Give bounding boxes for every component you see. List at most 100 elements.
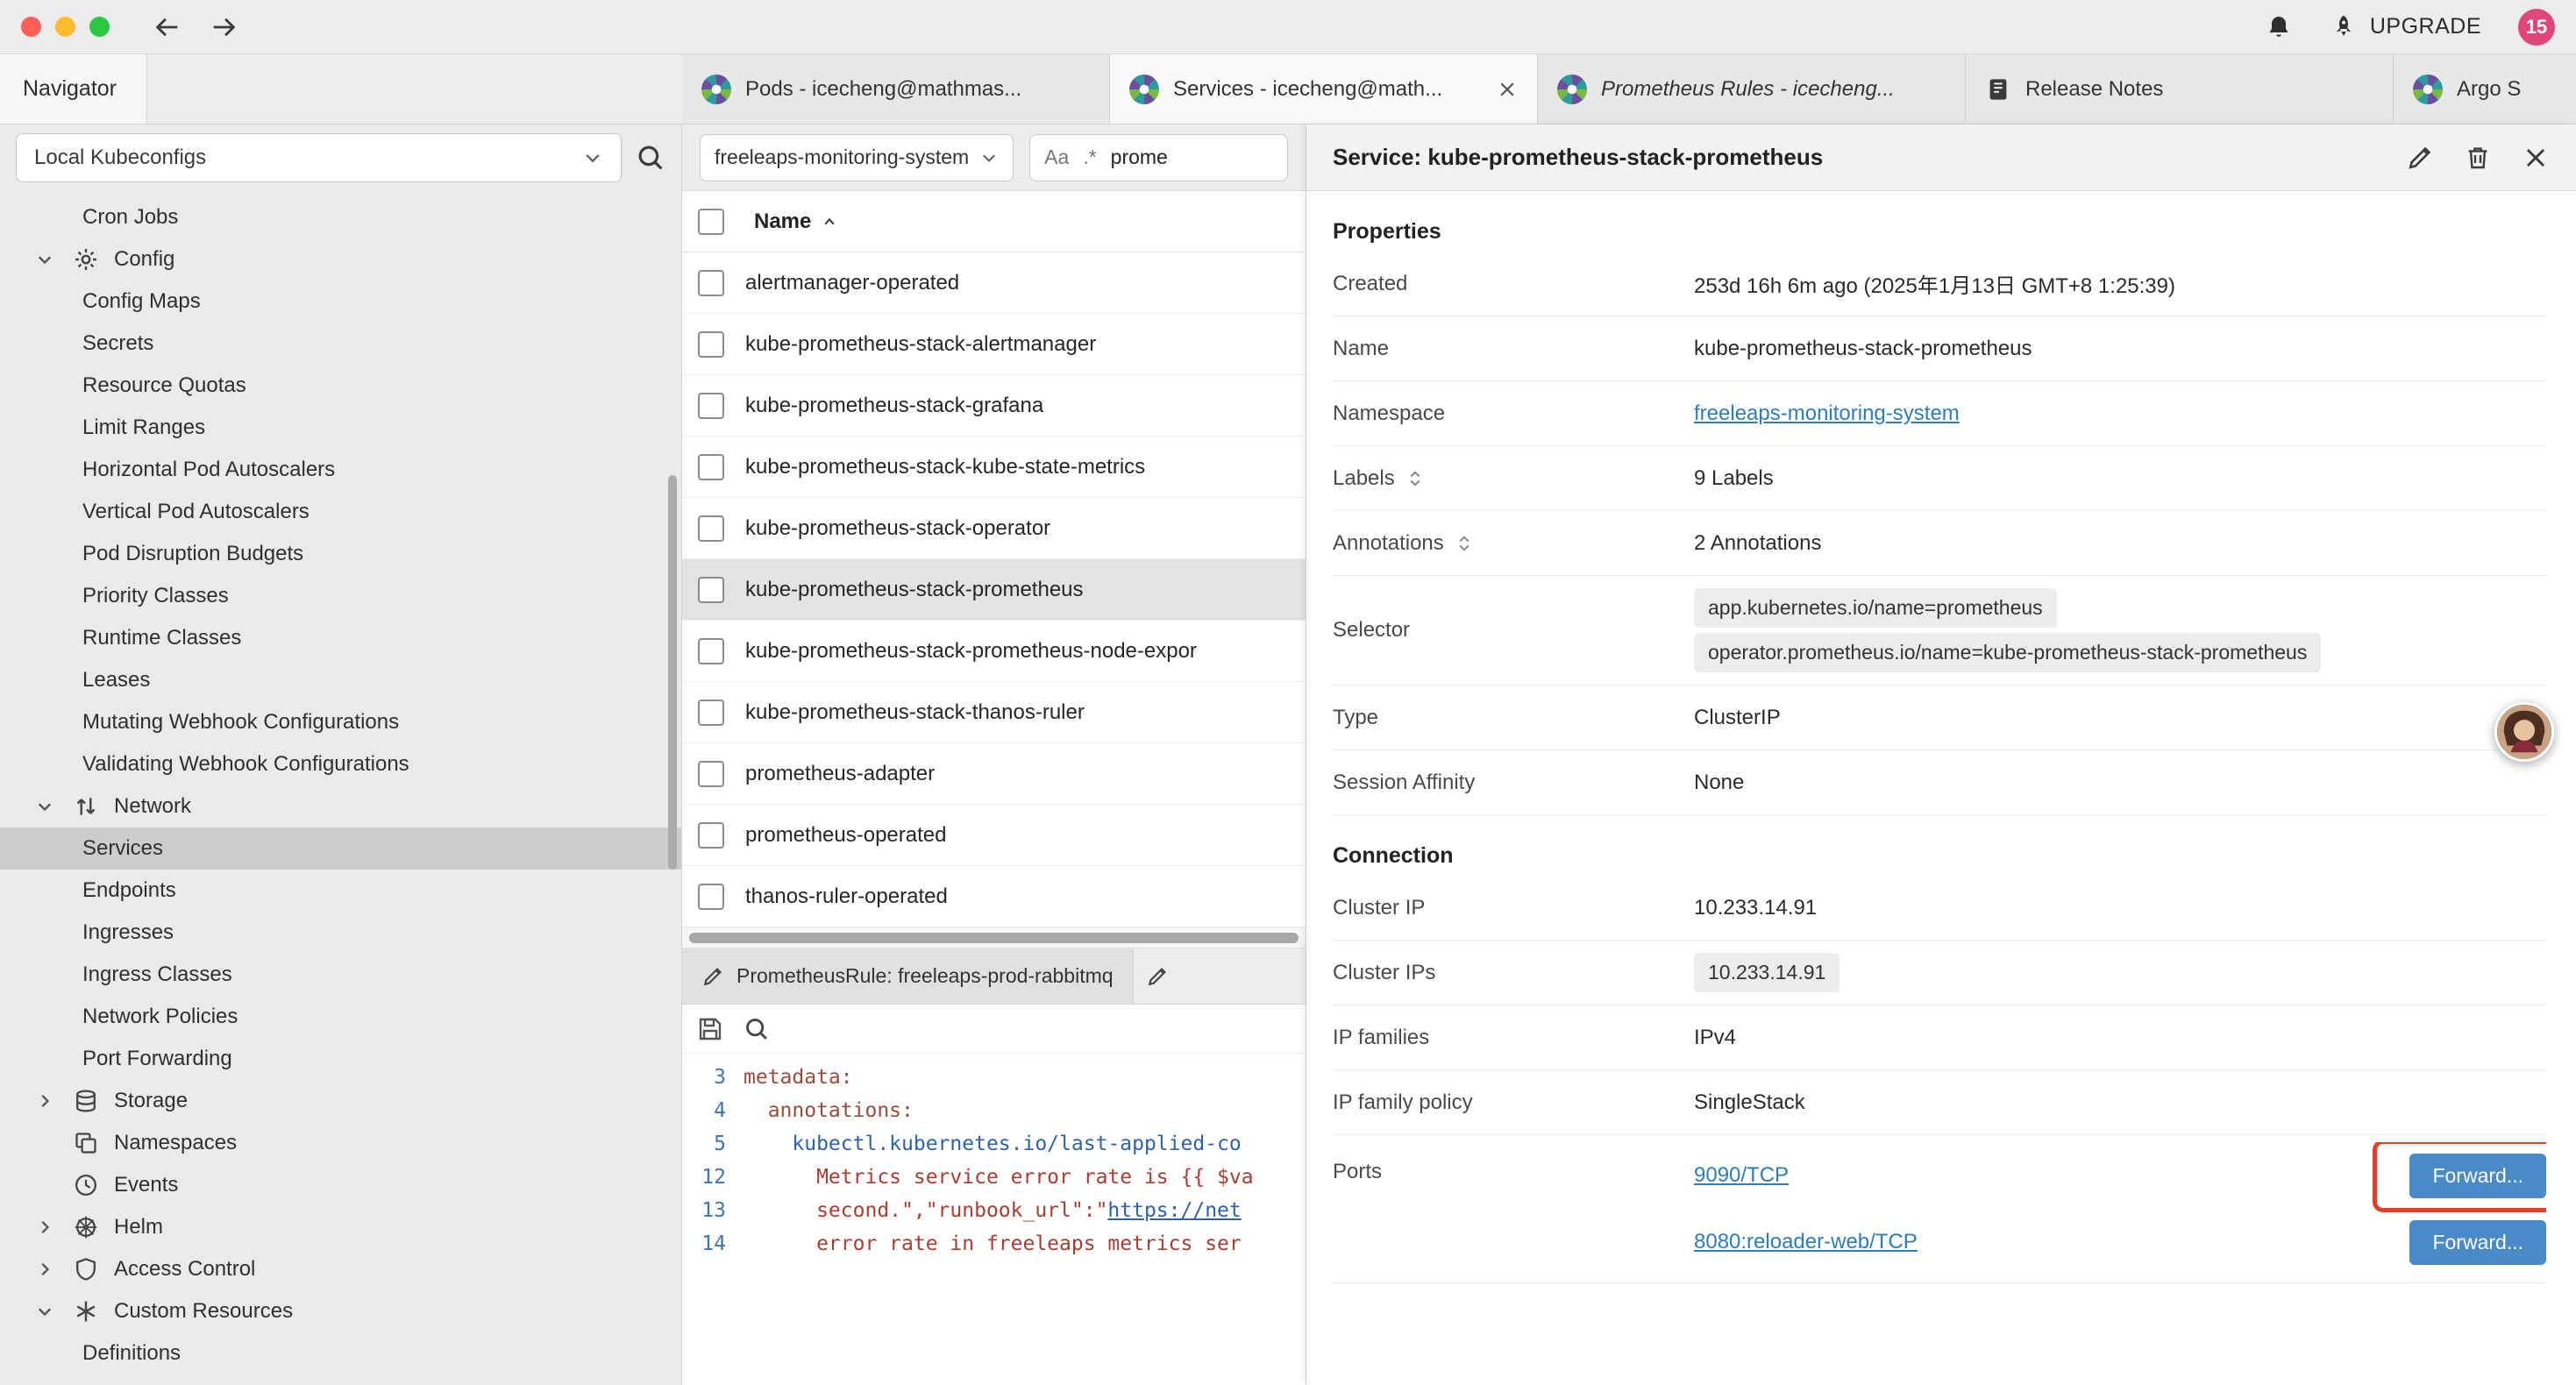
sidebar-item-network-policies[interactable]: Network Policies xyxy=(0,996,681,1038)
table-row[interactable]: kube-prometheus-stack-prometheus-node-ex… xyxy=(682,621,1306,682)
sidebar-item-custom-resources[interactable]: Custom Resources xyxy=(0,1290,681,1332)
zoom-window-button[interactable] xyxy=(89,17,110,37)
sidebar-item-port-forwarding[interactable]: Port Forwarding xyxy=(0,1038,681,1080)
sidebar-item-events[interactable]: Events xyxy=(0,1164,681,1206)
namespace-select[interactable]: freeleaps-monitoring-system xyxy=(700,134,1014,181)
notifications-bell-icon[interactable] xyxy=(2265,13,2293,41)
port-link[interactable]: 9090/TCP xyxy=(1694,1163,1789,1188)
sidebar-item-validating-webhook-configurations[interactable]: Validating Webhook Configurations xyxy=(0,743,681,785)
sidebar-item-resource-quotas[interactable]: Resource Quotas xyxy=(0,365,681,407)
horizontal-scrollbar[interactable] xyxy=(682,927,1306,948)
sidebar-item-config-maps[interactable]: Config Maps xyxy=(0,281,681,323)
sidebar-item-ingresses[interactable]: Ingresses xyxy=(0,912,681,954)
dock-tab-prometheusrule[interactable]: PrometheusRule: freeleaps-prod-rabbitmq xyxy=(682,948,1134,1004)
upgrade-button[interactable]: UPGRADE xyxy=(2330,13,2481,41)
kubeconfig-select[interactable]: Local Kubeconfigs xyxy=(16,133,622,182)
sidebar-item-runtime-classes[interactable]: Runtime Classes xyxy=(0,617,681,659)
table-row[interactable]: kube-prometheus-stack-alertmanager xyxy=(682,314,1306,375)
close-window-button[interactable] xyxy=(21,17,41,37)
sidebar-item-leases[interactable]: Leases xyxy=(0,659,681,701)
sidebar-item-mutating-webhook-configurations[interactable]: Mutating Webhook Configurations xyxy=(0,701,681,743)
notification-count-badge[interactable]: 15 xyxy=(2518,9,2555,46)
forward-button[interactable]: Forward... xyxy=(2409,1220,2546,1265)
chevron-down-icon[interactable] xyxy=(35,797,74,816)
sidebar-item-cron-jobs[interactable]: Cron Jobs xyxy=(0,196,681,238)
minimize-window-button[interactable] xyxy=(55,17,75,37)
row-checkbox[interactable] xyxy=(698,331,724,358)
sidebar-item-namespaces[interactable]: Namespaces xyxy=(0,1122,681,1164)
table-row[interactable]: prometheus-adapter xyxy=(682,743,1306,805)
editor-search-icon[interactable] xyxy=(744,1016,770,1042)
delete-trash-icon[interactable] xyxy=(2464,144,2492,172)
port-link[interactable]: 8080:reloader-web/TCP xyxy=(1694,1230,1918,1254)
tab-argo-s[interactable]: Argo S xyxy=(2394,54,2576,124)
tab-release-notes[interactable]: Release Notes xyxy=(1966,54,2394,124)
row-checkbox[interactable] xyxy=(698,884,724,910)
sidebar-item-secrets[interactable]: Secrets xyxy=(0,323,681,365)
sidebar-item-helm[interactable]: Helm xyxy=(0,1206,681,1248)
sidebar-item-access-control[interactable]: Access Control xyxy=(0,1248,681,1290)
table-row[interactable]: prometheus-operated xyxy=(682,805,1306,866)
sort-toggle-icon[interactable] xyxy=(1455,534,1474,553)
sidebar-item-vertical-pod-autoscalers[interactable]: Vertical Pod Autoscalers xyxy=(0,491,681,533)
chevron-right-icon[interactable] xyxy=(35,1218,74,1237)
edit-pencil-icon[interactable] xyxy=(2406,144,2434,172)
yaml-editor[interactable]: 3metadata:4 annotations:5 kubectl.kubern… xyxy=(682,1054,1306,1385)
row-checkbox[interactable] xyxy=(698,700,724,726)
sort-toggle-icon[interactable] xyxy=(1405,469,1425,488)
sidebar-item-storage[interactable]: Storage xyxy=(0,1080,681,1122)
row-checkbox[interactable] xyxy=(698,393,724,419)
row-name: alertmanager-operated xyxy=(745,271,959,295)
table-row[interactable]: thanos-ruler-operated xyxy=(682,866,1306,927)
regex-toggle[interactable]: .* xyxy=(1083,146,1096,169)
sidebar-item-horizontal-pod-autoscalers[interactable]: Horizontal Pod Autoscalers xyxy=(0,449,681,491)
forward-button[interactable]: Forward... xyxy=(2409,1154,2546,1198)
tab-close-icon[interactable] xyxy=(1497,79,1518,100)
detail-row-namespace: Namespacefreeleaps-monitoring-system xyxy=(1333,381,2546,446)
close-icon[interactable] xyxy=(2522,144,2550,172)
table-row[interactable]: alertmanager-operated xyxy=(682,252,1306,314)
sidebar-item-priority-classes[interactable]: Priority Classes xyxy=(0,575,681,617)
name-column-header[interactable]: Name xyxy=(754,210,811,234)
tab-pods-icecheng-mathmas[interactable]: Pods - icecheng@mathmas... xyxy=(682,54,1110,124)
table-row[interactable]: kube-prometheus-stack-operator xyxy=(682,498,1306,559)
sidebar-item-services[interactable]: Services xyxy=(0,827,681,870)
sidebar-item-definitions[interactable]: Definitions xyxy=(0,1332,681,1374)
forward-arrow-icon[interactable] xyxy=(204,8,243,46)
sidebar-item-limit-ranges[interactable]: Limit Ranges xyxy=(0,407,681,449)
sidebar-item-ingress-classes[interactable]: Ingress Classes xyxy=(0,954,681,996)
row-checkbox[interactable] xyxy=(698,454,724,480)
camera-avatar[interactable] xyxy=(2494,702,2554,762)
sidebar-item-network[interactable]: Network xyxy=(0,785,681,827)
sidebar-search-icon[interactable] xyxy=(636,143,665,173)
select-all-checkbox[interactable] xyxy=(698,209,724,235)
chevron-down-icon[interactable] xyxy=(35,1302,74,1321)
table-row[interactable]: kube-prometheus-stack-grafana xyxy=(682,375,1306,437)
tab-services-icecheng-math[interactable]: Services - icecheng@math... xyxy=(1110,54,1538,124)
sort-ascending-icon[interactable] xyxy=(820,212,839,231)
chevron-down-icon[interactable] xyxy=(35,250,74,269)
row-checkbox[interactable] xyxy=(698,761,724,787)
back-arrow-icon[interactable] xyxy=(148,8,187,46)
detail-value: 10.233.14.91 xyxy=(1694,896,2546,920)
sidebar-item-endpoints[interactable]: Endpoints xyxy=(0,870,681,912)
row-checkbox[interactable] xyxy=(698,270,724,296)
save-icon[interactable] xyxy=(696,1015,724,1043)
chevron-right-icon[interactable] xyxy=(35,1091,74,1111)
row-checkbox[interactable] xyxy=(698,638,724,664)
table-row[interactable]: kube-prometheus-stack-kube-state-metrics xyxy=(682,437,1306,498)
tab-prometheus-rules-icecheng[interactable]: Prometheus Rules - icecheng... xyxy=(1538,54,1966,124)
dock-tab-next-partial[interactable] xyxy=(1134,948,1306,1004)
sidebar-item-pod-disruption-budgets[interactable]: Pod Disruption Budgets xyxy=(0,533,681,575)
sidebar-scrollbar[interactable] xyxy=(668,475,677,870)
row-checkbox[interactable] xyxy=(698,822,724,849)
row-checkbox[interactable] xyxy=(698,515,724,542)
sidebar-item-config[interactable]: Config xyxy=(0,238,681,281)
row-checkbox[interactable] xyxy=(698,577,724,603)
match-case-toggle[interactable]: Aa xyxy=(1044,146,1069,169)
table-row[interactable]: kube-prometheus-stack-thanos-ruler xyxy=(682,682,1306,743)
chevron-right-icon[interactable] xyxy=(35,1260,74,1279)
table-row[interactable]: kube-prometheus-stack-prometheus xyxy=(682,559,1306,621)
name-filter-input[interactable]: Aa .* prome xyxy=(1029,134,1288,181)
namespace-link[interactable]: freeleaps-monitoring-system xyxy=(1694,401,1960,425)
